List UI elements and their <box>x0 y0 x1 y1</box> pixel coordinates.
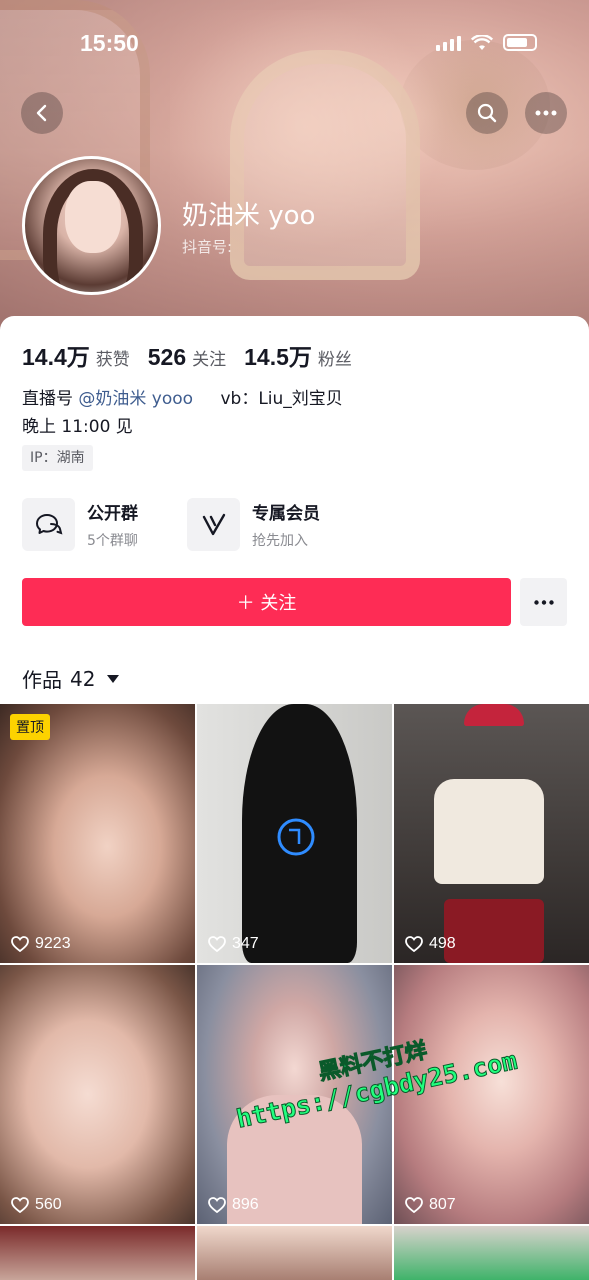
stat-likes[interactable]: 14.4万 获赞 <box>22 338 130 372</box>
status-time: 15:50 <box>80 30 139 56</box>
more-dots-icon <box>533 599 554 605</box>
like-count: 896 <box>208 1196 259 1214</box>
heart-outline-icon <box>405 1197 423 1213</box>
pinned-badge: 置顶 <box>10 714 50 740</box>
search-icon <box>477 103 497 123</box>
red-cap <box>464 704 524 726</box>
heart-outline-icon <box>405 936 423 952</box>
like-count: 9223 <box>11 935 71 953</box>
heart-outline-icon <box>11 936 29 952</box>
status-icons <box>436 34 537 51</box>
video-thumbnail[interactable]: 置顶 9223 <box>0 704 195 963</box>
heart-outline-icon <box>208 936 226 952</box>
bio-line-1: 直播号 @奶油米 yooo vb：Liu_刘宝贝 <box>22 384 343 409</box>
profile-nickname: 奶油米 yoo <box>182 201 316 231</box>
like-count: 498 <box>405 935 456 953</box>
chevron-left-icon <box>36 104 47 122</box>
heart-outline-icon <box>11 1197 29 1213</box>
douyin-id[interactable]: 抖音号: <box>182 236 232 257</box>
exclusive-membership-entry[interactable]: 专属会员 抢先加入 <box>187 498 320 551</box>
bio-live-mention[interactable]: @奶油米 yooo <box>78 389 193 409</box>
wifi-icon <box>471 35 493 50</box>
like-count: 807 <box>405 1196 456 1214</box>
status-bar: 15:50 <box>0 28 589 62</box>
stat-following[interactable]: 526 关注 <box>148 344 226 371</box>
follow-button[interactable]: ＋ 关注 <box>22 578 511 626</box>
follow-more-button[interactable] <box>520 578 567 626</box>
stat-followers[interactable]: 14.5万 粉丝 <box>244 338 352 372</box>
heart-outline-icon <box>208 1197 226 1213</box>
video-thumbnail[interactable]: 347 <box>197 704 392 963</box>
avatar[interactable] <box>22 156 161 295</box>
membership-title: 专属会员 <box>252 504 320 524</box>
more-dots-icon <box>535 110 557 116</box>
like-count: 347 <box>208 935 259 953</box>
ip-location-tag: IP：湖南 <box>22 445 93 471</box>
membership-v-icon <box>187 498 240 551</box>
battery-icon <box>503 34 537 51</box>
video-thumbnail-partial[interactable] <box>197 1226 392 1280</box>
search-button[interactable] <box>466 92 508 134</box>
group-chat-icon <box>22 498 75 551</box>
more-options-button[interactable] <box>525 92 567 134</box>
video-thumbnail-partial[interactable] <box>394 1226 589 1280</box>
back-button[interactable] <box>21 92 63 134</box>
membership-subtitle: 抢先加入 <box>252 533 308 549</box>
works-tab-label: 作品 <box>22 668 62 692</box>
tab-works[interactable]: 作品 42 <box>22 664 120 693</box>
profile-stats: 14.4万 获赞 526 关注 14.5万 粉丝 <box>22 338 352 372</box>
video-thumbnail[interactable]: 560 <box>0 965 195 1224</box>
like-count: 560 <box>11 1196 62 1214</box>
bio-line-2: 晚上 11:00 见 <box>22 417 133 437</box>
cellular-signal-icon <box>436 35 461 51</box>
public-group-title: 公开群 <box>87 504 138 524</box>
public-group-subtitle: 5个群聊 <box>87 533 138 549</box>
works-count: 42 <box>70 666 96 691</box>
caret-down-icon <box>107 674 120 683</box>
bio-live-prefix: 直播号 <box>22 389 73 409</box>
video-thumbnail-partial[interactable] <box>0 1226 195 1280</box>
figure-top <box>434 779 544 884</box>
glowing-ring-icon <box>277 818 315 856</box>
public-group-entry[interactable]: 公开群 5个群聊 <box>22 498 138 551</box>
video-thumbnail[interactable]: 498 <box>394 704 589 963</box>
figure-skirt <box>444 899 544 963</box>
bio-vb: vb：Liu_刘宝贝 <box>220 389 343 409</box>
